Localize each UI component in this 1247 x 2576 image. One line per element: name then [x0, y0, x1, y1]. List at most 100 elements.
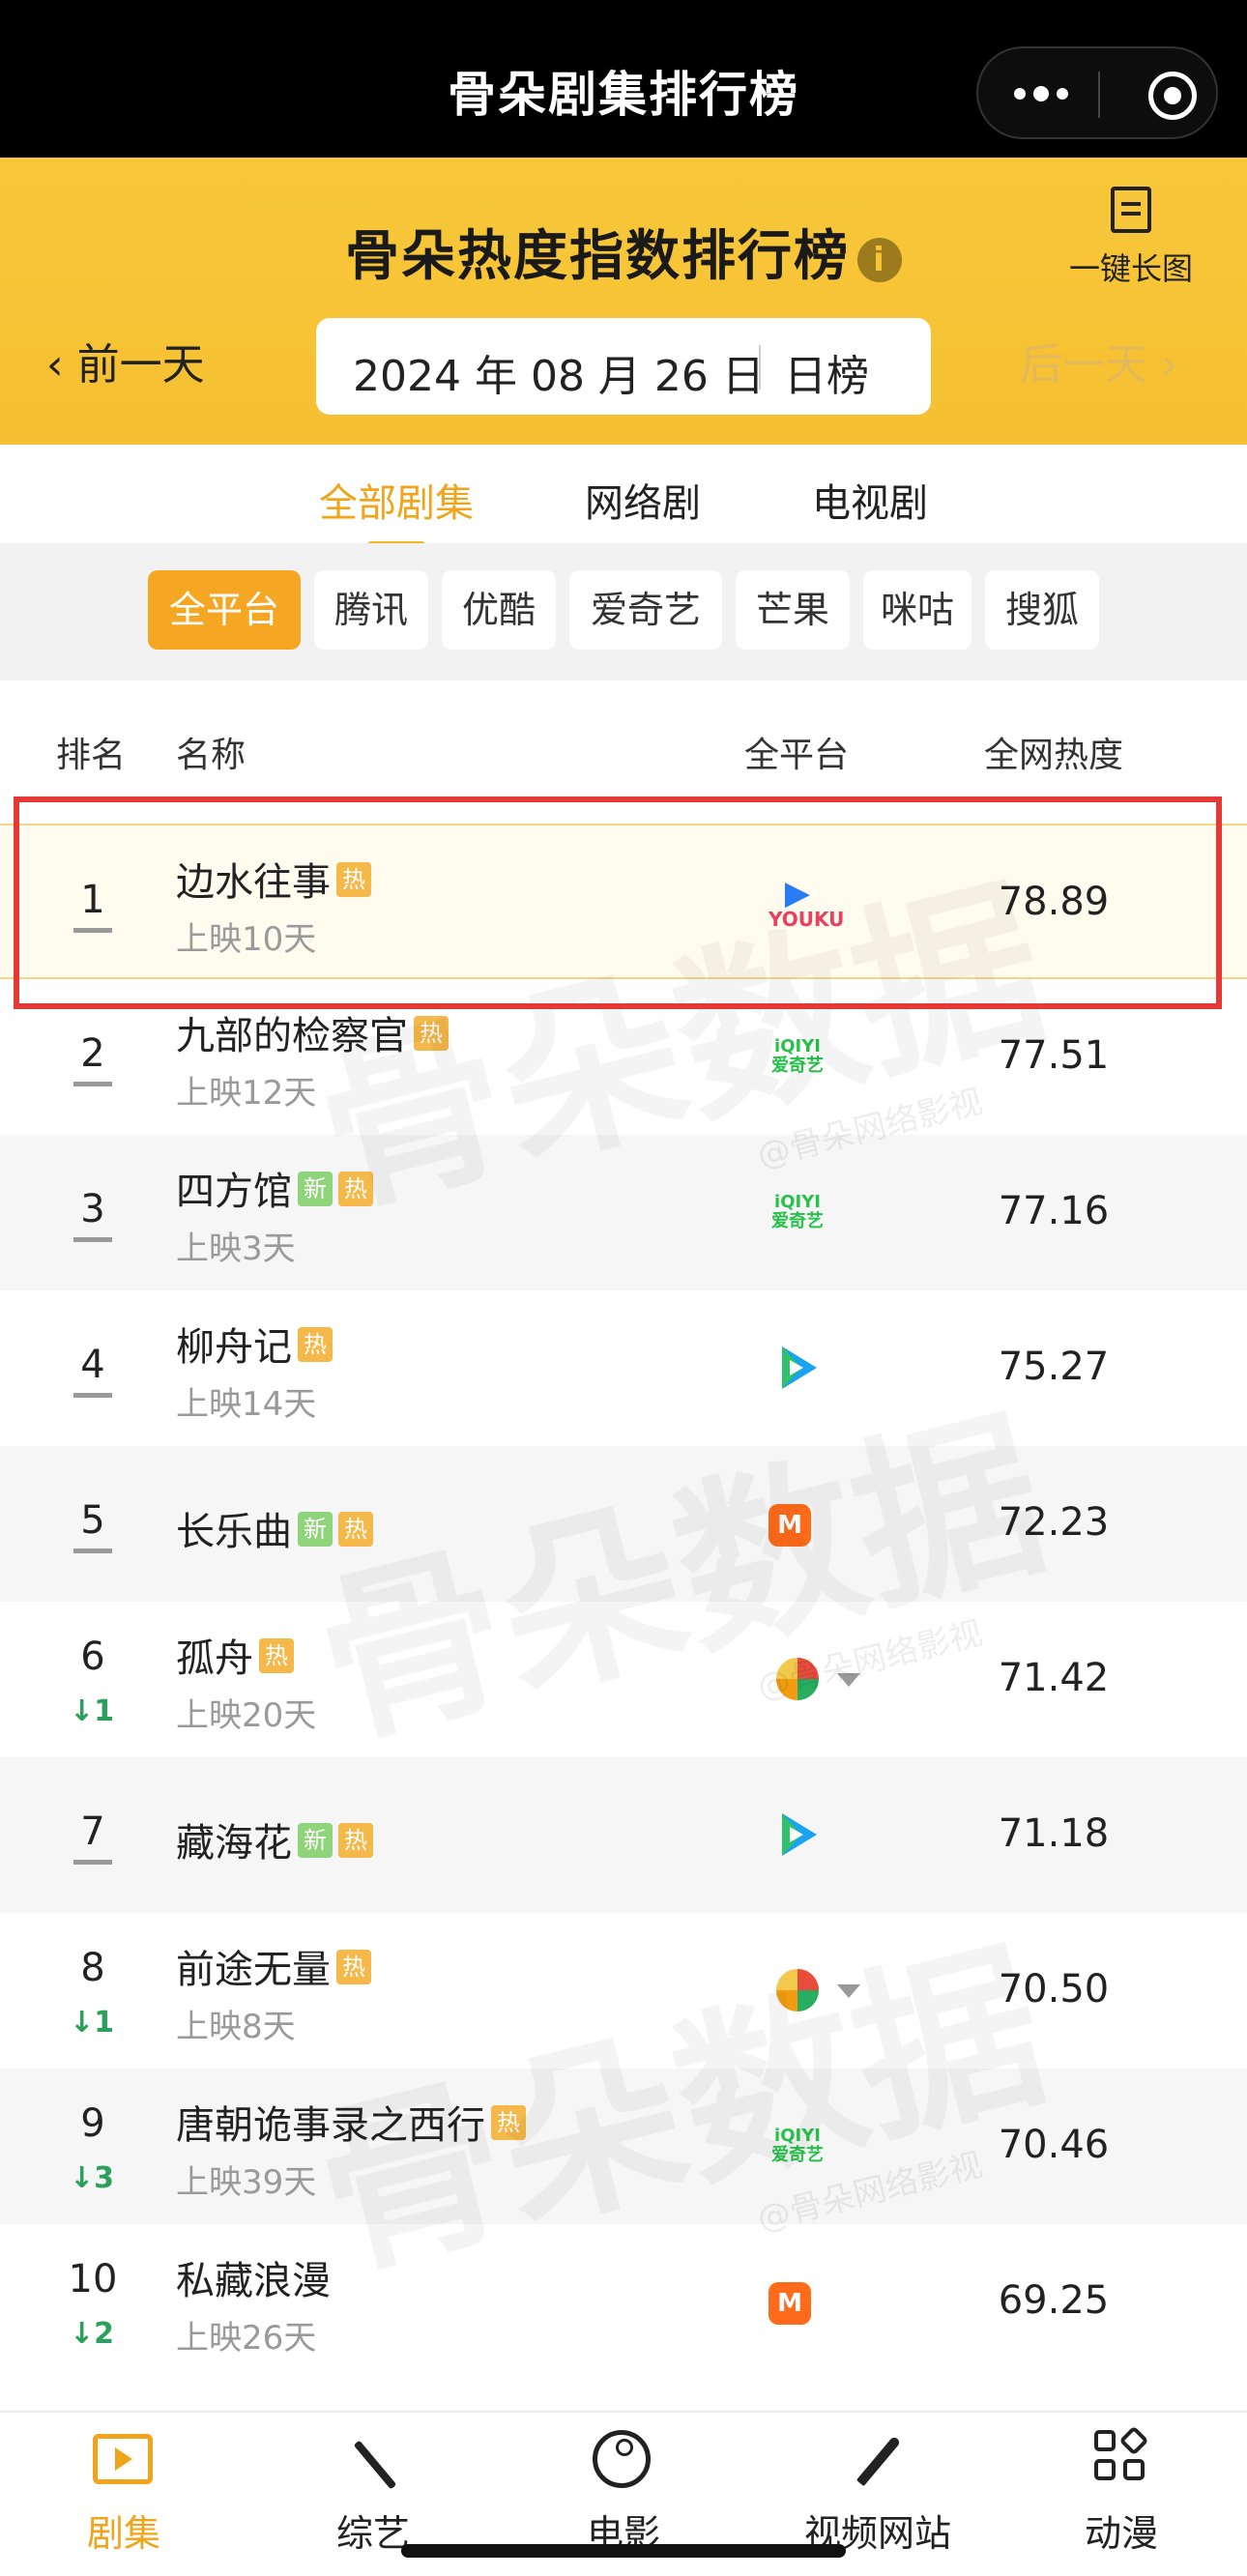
hot-badge: 热 [338, 1512, 373, 1547]
next-day-button[interactable]: 后一天 › [1020, 330, 1178, 391]
show-title[interactable]: 前途无量热 [176, 1938, 371, 1994]
show-title-text[interactable]: 四方馆 [176, 1170, 292, 1214]
capsule-menu[interactable] [976, 46, 1218, 139]
show-title[interactable]: 唐朝诡事录之西行热 [176, 2094, 526, 2150]
show-title[interactable]: 九部的检察官热 [176, 1004, 449, 1060]
chip-migu[interactable]: 咪咕 [863, 570, 972, 650]
rank-number: 9 [80, 2101, 105, 2146]
rank-flat-marker [73, 1860, 112, 1865]
chip-iqiyi[interactable]: 爱奇艺 [569, 570, 722, 650]
tv-play-icon [93, 2434, 153, 2484]
date-value[interactable]: 2024 年 08 月 26 日 [353, 341, 765, 403]
date-divider [759, 345, 761, 390]
show-title-text[interactable]: 长乐曲 [176, 1510, 292, 1554]
col-platform[interactable]: 全平台 [744, 727, 849, 777]
chip-youku[interactable]: 优酷 [442, 570, 556, 650]
heat-value: 71.42 [998, 1656, 1110, 1700]
new-badge: 新 [298, 1512, 333, 1547]
days-on-air: 上映8天 [176, 2008, 296, 2046]
heat-value: 69.25 [998, 2278, 1110, 2323]
show-title[interactable]: 柳舟记热 [176, 1316, 333, 1372]
show-title-text[interactable]: 孤舟 [176, 1636, 253, 1681]
tab-all-series[interactable]: 全部剧集 [319, 472, 474, 549]
nav-video-sites[interactable]: 视频网站 [791, 2430, 965, 2557]
show-title[interactable]: 藏海花新热 [176, 1811, 373, 1867]
home-indicator[interactable] [401, 2544, 846, 2558]
days-on-air: 上映3天 [176, 1230, 296, 1268]
tab-tv-series[interactable]: 电视剧 [812, 472, 928, 528]
heat-value: 77.16 [998, 1189, 1110, 1233]
show-title-text[interactable]: 唐朝诡事录之西行 [176, 2103, 485, 2148]
nav-anime[interactable]: 动漫 [1044, 2425, 1199, 2557]
iqiyi-logo-icon: iQIYI 爱奇艺 [771, 2126, 824, 2165]
col-heat[interactable]: 全网热度 [984, 727, 1123, 777]
multi-platform-icon[interactable] [768, 1961, 826, 2019]
show-title[interactable]: 四方馆新热 [176, 1160, 373, 1216]
table-row[interactable]: 9 ↓3 唐朝诡事录之西行热 上映39天 iQIYI 爱奇艺 70.46 [0, 2069, 1247, 2224]
days-on-air: 上映20天 [176, 1696, 317, 1735]
show-title[interactable]: 长乐曲新热 [176, 1500, 373, 1556]
mango-tv-icon: M [768, 1504, 811, 1547]
iqiyi-logo-icon: iQIYI 爱奇艺 [771, 1036, 824, 1076]
table-row[interactable]: 6 ↓1 孤舟热 上映20天 71.42 [0, 1602, 1247, 1757]
heat-value: 71.18 [998, 1811, 1110, 1856]
table-row[interactable]: 10 ↓2 私藏浪漫 上映26天 M 69.25 [0, 2224, 1247, 2380]
more-icon[interactable] [1007, 70, 1075, 118]
long-image-button[interactable]: 一键长图 [1054, 187, 1208, 289]
days-on-air: 上映12天 [176, 1074, 317, 1113]
nav-movie[interactable]: 电影 [546, 2430, 701, 2557]
heat-value: 70.46 [998, 2123, 1110, 2167]
heat-value: 70.50 [998, 1967, 1110, 2012]
hot-badge: 热 [338, 1823, 373, 1858]
nav-series[interactable]: 剧集 [46, 2430, 201, 2557]
chevron-down-icon[interactable] [837, 1673, 860, 1687]
show-title[interactable]: 孤舟热 [176, 1627, 294, 1683]
new-badge: 新 [298, 1823, 333, 1858]
show-title[interactable]: 私藏浪漫 [176, 2249, 331, 2305]
days-on-air: 上映39天 [176, 2163, 317, 2202]
platform-filter: 全平台 腾讯 优酷 爱奇艺 芒果 咪咕 搜狐 [0, 543, 1247, 680]
rank-down-indicator: ↓2 [70, 2317, 115, 2351]
table-row[interactable]: 8 ↓1 前途无量热 上映8天 70.50 [0, 1913, 1247, 2069]
rank-flat-marker [73, 1393, 112, 1398]
table-row[interactable]: 5 长乐曲新热 M 72.23 [0, 1446, 1247, 1602]
ranking-header: 骨朵热度指数排行榜 i 一键长图 ‹ 前一天 2024 年 08 月 26 日 日… [0, 158, 1247, 445]
show-title-text[interactable]: 九部的检察官 [176, 1014, 408, 1058]
show-title-text[interactable]: 柳舟记 [176, 1325, 292, 1370]
info-icon[interactable]: i [857, 238, 902, 282]
rank-flat-marker [73, 1237, 112, 1242]
date-selector[interactable]: 2024 年 08 月 26 日 日榜 [316, 318, 931, 415]
show-title-text[interactable]: 藏海花 [176, 1821, 292, 1866]
close-target-icon[interactable] [1148, 72, 1197, 120]
rank-flat-marker [73, 1082, 112, 1086]
tab-web-series[interactable]: 网络剧 [585, 472, 701, 528]
hot-badge: 热 [414, 1016, 449, 1051]
chip-mango[interactable]: 芒果 [736, 570, 850, 650]
table-row[interactable]: 4 柳舟记热 上映14天 75.27 [0, 1290, 1247, 1446]
rank-down-indicator: ↓3 [70, 2161, 115, 2195]
chip-all-platforms[interactable]: 全平台 [148, 570, 301, 650]
multi-platform-icon[interactable] [768, 1650, 826, 1708]
magic-wand-icon [353, 2440, 397, 2490]
category-tabs: 全部剧集 网络剧 电视剧 [0, 445, 1247, 549]
new-badge: 新 [298, 1172, 333, 1206]
highlight-box [14, 796, 1222, 1009]
prev-day-button[interactable]: ‹ 前一天 [46, 330, 205, 391]
days-on-air: 上映26天 [176, 2319, 317, 2358]
mango-tv-icon: M [768, 2282, 811, 2325]
rank-number: 7 [80, 1809, 105, 1854]
rank-number: 2 [80, 1031, 105, 1076]
period-mode[interactable]: 日榜 [784, 341, 869, 403]
table-row[interactable]: 3 四方馆新热 上映3天 iQIYI 爱奇艺 77.16 [0, 1135, 1247, 1290]
chevron-down-icon[interactable] [837, 1984, 860, 1998]
film-reel-icon [593, 2430, 651, 2488]
grid-icon [1094, 2425, 1149, 2484]
chip-tencent[interactable]: 腾讯 [314, 570, 428, 650]
hot-badge: 热 [336, 1950, 371, 1984]
nav-variety[interactable]: 综艺 [296, 2430, 450, 2557]
chip-sohu[interactable]: 搜狐 [985, 570, 1099, 650]
heat-value: 72.23 [998, 1500, 1110, 1545]
table-row[interactable]: 7 藏海花新热 71.18 [0, 1757, 1247, 1913]
rank-number: 4 [80, 1343, 105, 1387]
show-title-text[interactable]: 前途无量 [176, 1948, 331, 1992]
